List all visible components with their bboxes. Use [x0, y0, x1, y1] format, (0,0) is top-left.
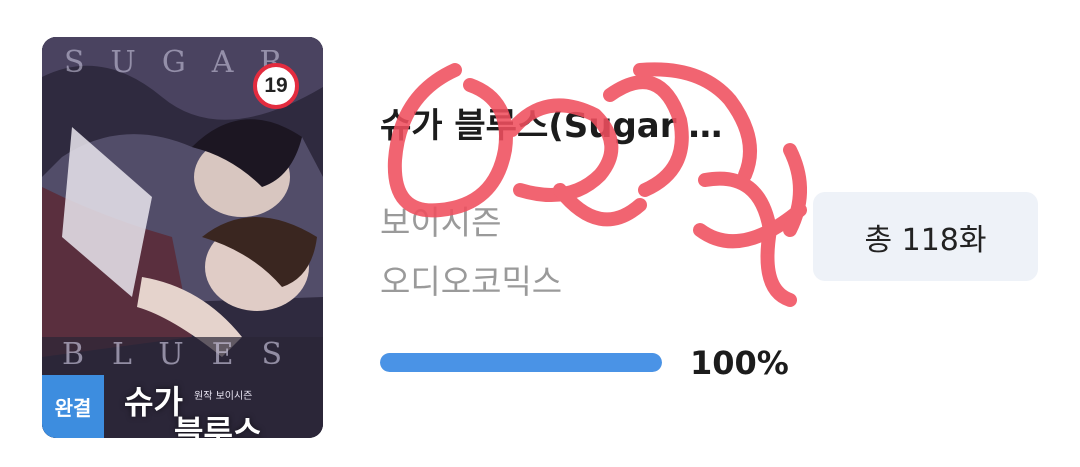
episode-count-chip[interactable]: 총 118화: [813, 192, 1038, 281]
reading-progress-fill: [380, 353, 662, 372]
comic-publisher: 오디오코믹스: [380, 262, 563, 301]
comic-author: 보이시즌: [380, 203, 502, 242]
reading-progress-label: 100%: [690, 344, 789, 382]
cover-image[interactable]: SUGAR BLUES 슈가 원작 보이시즌 블루스 19 완결: [42, 37, 323, 438]
age-rating-badge: 19: [253, 63, 299, 109]
comic-title[interactable]: 슈가 블루스(Sugar …: [380, 98, 810, 147]
cover-title-en-bottom: BLUES: [62, 337, 311, 372]
cover-author-small: 원작 보이시즌: [194, 391, 253, 402]
reading-progress-bar: [380, 353, 662, 372]
cover-title-kr-line2: 블루스: [174, 413, 263, 438]
complete-status-badge: 완결: [42, 375, 104, 438]
